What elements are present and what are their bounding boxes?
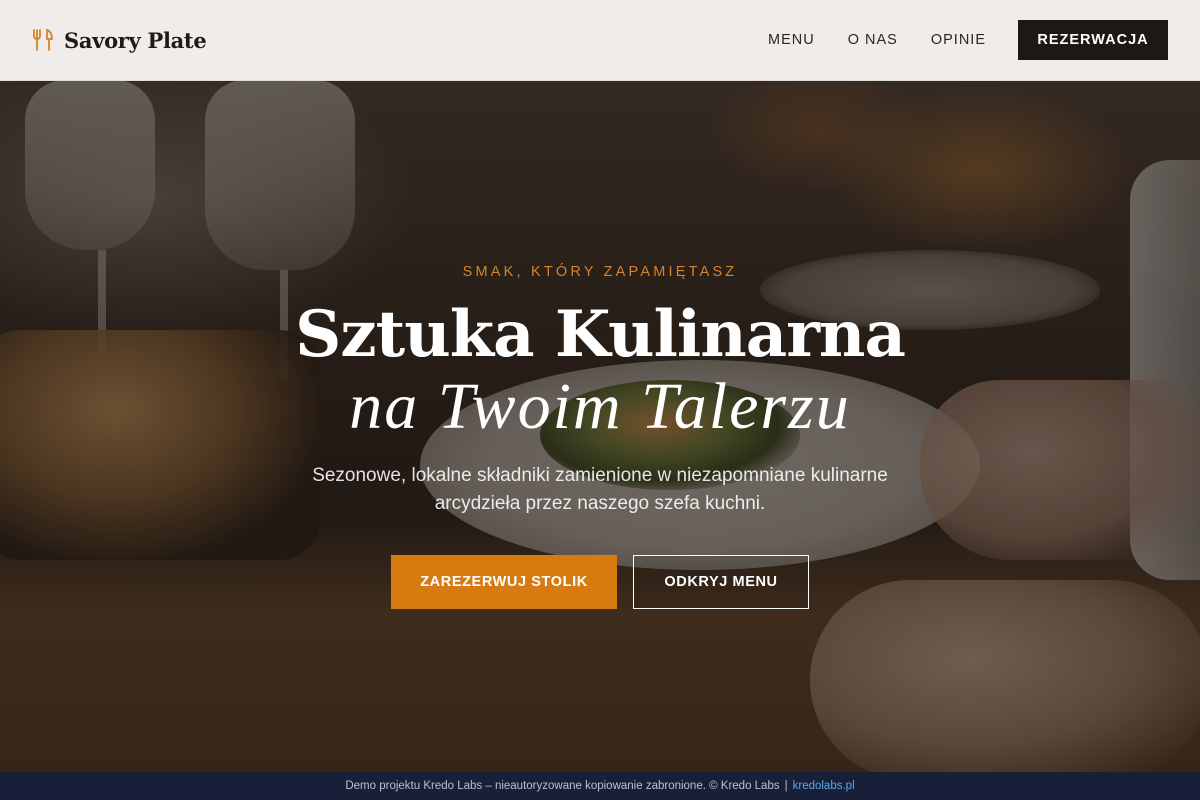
site-header: Savory Plate MENU O NAS OPINIE REZERWACJ… <box>0 0 1200 81</box>
reservation-button[interactable]: REZERWACJA <box>1018 20 1168 60</box>
hero-title: Sztuka Kulinarna <box>295 297 906 372</box>
brand-name: Savory Plate <box>64 27 207 53</box>
footer-link[interactable]: kredolabs.pl <box>793 780 855 792</box>
hero-cta-group: ZAREZERWUJ STOLIK ODKRYJ MENU <box>391 555 809 609</box>
main-navigation: MENU O NAS OPINIE REZERWACJA <box>768 20 1168 60</box>
nav-item-menu[interactable]: MENU <box>768 32 815 48</box>
book-table-button[interactable]: ZAREZERWUJ STOLIK <box>391 555 617 609</box>
discover-menu-button[interactable]: ODKRYJ MENU <box>633 555 809 609</box>
footer-notice: Demo projektu Kredo Labs – nieautoryzowa… <box>345 780 780 792</box>
hero-title-italic: na Twoim Talerzu <box>349 370 851 443</box>
footer-separator: | <box>784 780 788 792</box>
nav-item-about[interactable]: O NAS <box>848 32 898 48</box>
demo-footer-bar: Demo projektu Kredo Labs – nieautoryzowa… <box>0 772 1200 800</box>
fork-knife-icon <box>33 28 53 51</box>
hero-section: SMAK, KTÓRY ZAPAMIĘTASZ Sztuka Kulinarna… <box>0 250 1200 609</box>
brand-logo[interactable]: Savory Plate <box>32 27 207 53</box>
hero-subtitle: Sezonowe, lokalne składniki zamienione w… <box>312 465 888 514</box>
nav-item-reviews[interactable]: OPINIE <box>931 32 986 48</box>
hero-eyebrow: SMAK, KTÓRY ZAPAMIĘTASZ <box>462 264 738 280</box>
